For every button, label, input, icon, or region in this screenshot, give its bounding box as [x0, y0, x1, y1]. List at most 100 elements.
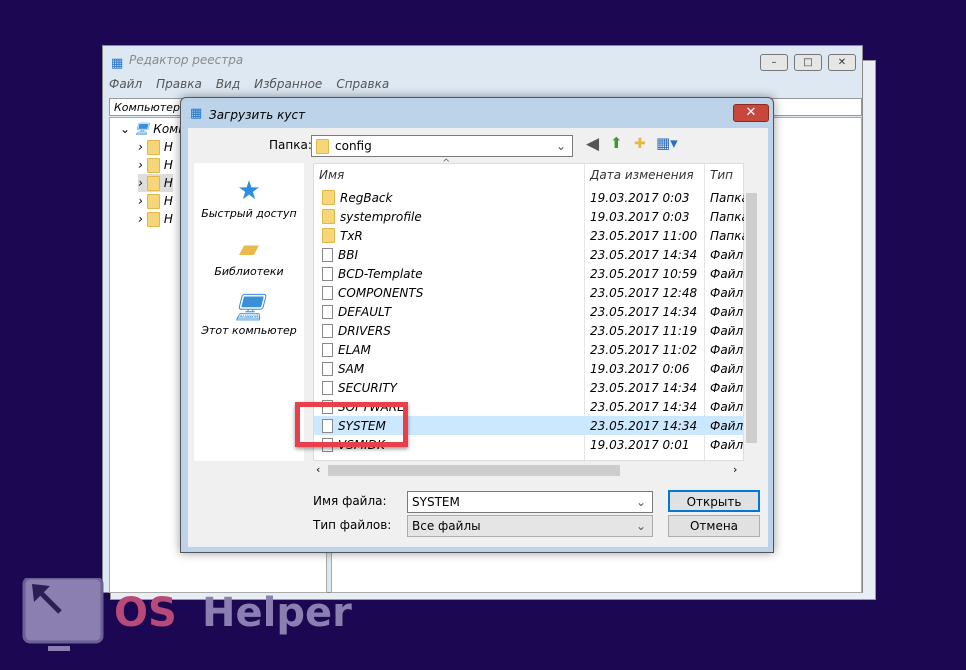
tree-item[interactable]: › H [138, 138, 173, 156]
os-helper-logo: OS Helper [22, 576, 352, 651]
chevron-right-icon[interactable]: › [138, 176, 143, 190]
file-date-cell: 23.05.2017 11:00 [590, 228, 698, 243]
tree-item[interactable]: › H [138, 156, 173, 174]
file-icon [322, 323, 333, 338]
view-menu-icon[interactable]: ▦▾ [656, 134, 678, 152]
scroll-thumb[interactable] [328, 465, 620, 476]
vertical-scrollbar[interactable] [744, 163, 759, 461]
chevron-down-icon[interactable]: ⌄ [636, 495, 652, 509]
file-type-cell: Папка [710, 209, 745, 224]
chevron-right-icon[interactable]: › [138, 140, 143, 154]
scroll-right-icon[interactable]: › [733, 463, 737, 476]
file-row[interactable]: ELAM 23.05.2017 11:02 Файл [314, 340, 745, 359]
dialog-body: Папка: config ⌄ ◀ ⬆ ✚ ▦▾ ★ Быстрый доступ … [188, 128, 768, 547]
file-name-cell: ELAM [314, 342, 585, 357]
file-icon [322, 285, 333, 300]
place-libraries[interactable]: ▰ Библиотеки [194, 233, 304, 278]
file-row[interactable]: BCD-Template 23.05.2017 10:59 Файл [314, 264, 745, 283]
cancel-button[interactable]: Отмена [668, 515, 760, 537]
close-button[interactable]: ✕ [828, 54, 856, 71]
file-type-cell: Файл [710, 437, 744, 452]
file-date-cell: 23.05.2017 14:34 [590, 247, 698, 262]
watermark-logo: OS Helper [22, 576, 362, 661]
file-icon [322, 247, 333, 262]
filetype-label: Тип файлов: [313, 518, 392, 532]
file-date-cell: 19.03.2017 0:06 [590, 361, 690, 376]
horizontal-scrollbar[interactable]: ‹ › [313, 462, 744, 479]
file-name-cell: RegBack [314, 190, 585, 205]
file-date-cell: 23.05.2017 11:19 [590, 323, 698, 338]
chevron-down-icon: ⌄ [635, 519, 646, 533]
window-title: Редактор реестра [129, 53, 244, 67]
file-date-cell: 23.05.2017 14:34 [590, 399, 698, 414]
sort-arrow-icon: ^ [442, 158, 451, 169]
load-hive-dialog: ▦ Загрузить куст ✕ Папка: config ⌄ ◀ ⬆ ✚ … [180, 97, 774, 553]
folder-icon [322, 228, 335, 243]
dialog-close-button[interactable]: ✕ [733, 104, 769, 122]
highlight-annotation [295, 402, 408, 447]
file-type-cell: Файл [710, 342, 744, 357]
file-type-cell: Файл [710, 399, 744, 414]
file-name-cell: systemprofile [314, 209, 585, 224]
up-folder-icon[interactable]: ⬆ [610, 134, 623, 152]
file-date-cell: 23.05.2017 14:34 [590, 304, 698, 319]
folder-label: Папка: [269, 138, 312, 152]
file-row[interactable]: BBI 23.05.2017 14:34 Файл [314, 245, 745, 264]
new-folder-icon[interactable]: ✚ [634, 136, 646, 152]
file-name-cell: TxR [314, 228, 585, 243]
menu-bar: Файл Правка Вид Избранное Справка [109, 77, 389, 97]
chevron-right-icon[interactable]: › [138, 194, 143, 208]
chevron-down-icon[interactable]: ⌄ [120, 122, 130, 136]
file-icon [322, 361, 333, 376]
file-row[interactable]: TxR 23.05.2017 11:00 Папка [314, 226, 745, 245]
menu-file[interactable]: Файл [109, 77, 142, 97]
menu-view[interactable]: Вид [216, 77, 240, 97]
column-header-date[interactable]: Дата изменения [590, 168, 694, 182]
file-type-cell: Папка [710, 190, 745, 205]
column-header-type[interactable]: Тип [710, 168, 733, 182]
chevron-right-icon[interactable]: › [138, 212, 143, 226]
regedit-app-icon: ▦ [190, 106, 203, 121]
folder-combo[interactable]: config ⌄ [311, 135, 573, 157]
computer-icon: 🖥 [232, 293, 266, 323]
folder-icon [146, 157, 160, 173]
filename-input[interactable]: SYSTEM ⌄ [407, 491, 653, 513]
file-type-cell: Файл [710, 361, 744, 376]
tree-item[interactable]: › H [138, 192, 173, 210]
column-header-name[interactable]: Имя [319, 168, 344, 182]
file-row[interactable]: SECURITY 23.05.2017 14:34 Файл [314, 378, 745, 397]
star-icon: ★ [237, 176, 261, 206]
tree-item[interactable]: › H [138, 174, 173, 192]
file-row[interactable]: DRIVERS 23.05.2017 11:19 Файл [314, 321, 745, 340]
file-row[interactable]: systemprofile 19.03.2017 0:03 Папка [314, 207, 745, 226]
scroll-left-icon[interactable]: ‹ [316, 463, 320, 476]
file-date-cell: 23.05.2017 10:59 [590, 266, 698, 281]
tree-item[interactable]: › H [138, 210, 173, 228]
menu-favorites[interactable]: Избранное [254, 77, 322, 97]
menu-edit[interactable]: Правка [156, 77, 202, 97]
place-this-pc[interactable]: 🖥 Этот компьютер [194, 292, 304, 337]
file-row[interactable]: COMPONENTS 23.05.2017 12:48 Файл [314, 283, 745, 302]
folder-icon [146, 139, 160, 155]
file-type-cell: Папка [710, 228, 745, 243]
file-type-cell: Файл [710, 247, 744, 262]
file-row[interactable]: RegBack 19.03.2017 0:03 Папка [314, 188, 745, 207]
file-row[interactable]: DEFAULT 23.05.2017 14:34 Файл [314, 302, 745, 321]
chevron-right-icon[interactable]: › [138, 158, 143, 172]
back-icon[interactable]: ◀ [586, 134, 599, 154]
scroll-thumb[interactable] [746, 193, 757, 443]
file-icon [322, 304, 333, 319]
place-quick-access[interactable]: ★ Быстрый доступ [194, 175, 304, 220]
menu-help[interactable]: Справка [336, 77, 389, 97]
file-name-cell: BBI [314, 247, 585, 262]
libraries-icon: ▰ [239, 234, 259, 264]
file-date-cell: 23.05.2017 14:34 [590, 380, 698, 395]
minimize-button[interactable]: – [760, 54, 788, 71]
file-name-cell: SAM [314, 361, 585, 376]
open-button[interactable]: Открыть [668, 490, 760, 512]
file-row[interactable]: SAM 19.03.2017 0:06 Файл [314, 359, 745, 378]
maximize-button[interactable]: □ [794, 54, 822, 71]
filetype-select[interactable]: Все файлы ⌄ [407, 515, 653, 537]
folder-icon [316, 138, 329, 154]
regedit-app-icon: ▦ [111, 56, 124, 71]
